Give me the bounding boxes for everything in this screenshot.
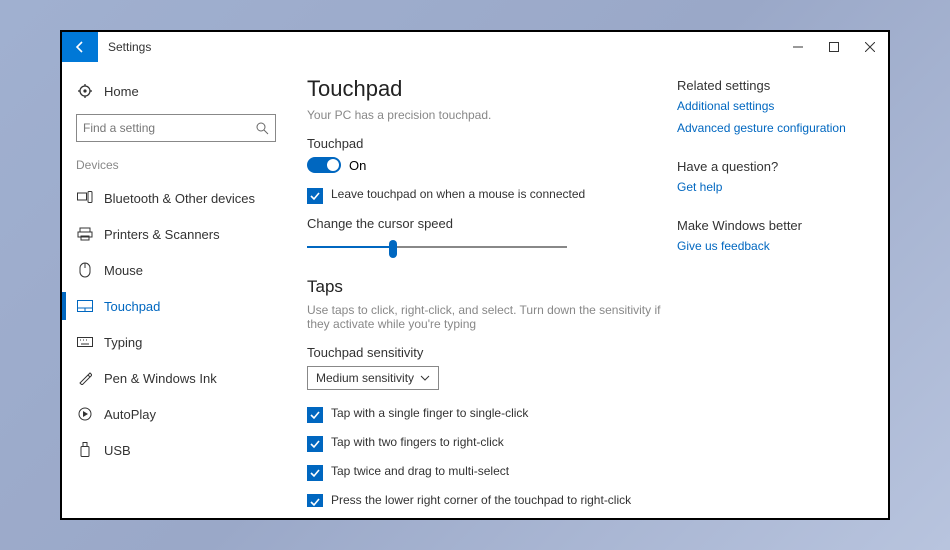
- check-icon: [309, 496, 321, 507]
- sensitivity-label: Touchpad sensitivity: [307, 345, 667, 360]
- link-give-feedback[interactable]: Give us feedback: [677, 239, 878, 253]
- sidebar-item-label: Printers & Scanners: [104, 227, 220, 242]
- cursor-speed-label: Change the cursor speed: [307, 216, 667, 231]
- check-label: Press the lower right corner of the touc…: [331, 493, 631, 507]
- check-icon: [309, 467, 321, 479]
- search-placeholder: Find a setting: [83, 121, 256, 135]
- printer-icon: [76, 227, 94, 241]
- home-nav[interactable]: Home: [76, 76, 297, 106]
- link-additional-settings[interactable]: Additional settings: [677, 99, 878, 113]
- sidebar-item-label: Mouse: [104, 263, 143, 278]
- aside: Related settings Additional settings Adv…: [667, 76, 878, 518]
- tap-drag-checkbox-row[interactable]: Tap twice and drag to multi-select: [307, 464, 667, 481]
- tap-single-checkbox-row[interactable]: Tap with a single finger to single-click: [307, 406, 667, 423]
- sidebar-item-pen[interactable]: Pen & Windows Ink: [76, 360, 297, 396]
- link-get-help[interactable]: Get help: [677, 180, 878, 194]
- checkbox-checked[interactable]: [307, 494, 323, 507]
- checkbox-checked[interactable]: [307, 436, 323, 452]
- search-icon: [256, 122, 269, 135]
- sidebar-item-typing[interactable]: Typing: [76, 324, 297, 360]
- tap-two-checkbox-row[interactable]: Tap with two fingers to right-click: [307, 435, 667, 452]
- sidebar-item-touchpad[interactable]: Touchpad: [76, 288, 297, 324]
- related-heading: Related settings: [677, 78, 878, 93]
- sidebar-item-label: AutoPlay: [104, 407, 156, 422]
- check-icon: [309, 190, 321, 202]
- back-button[interactable]: [62, 32, 98, 62]
- autoplay-icon: [76, 407, 94, 421]
- page-title: Touchpad: [307, 76, 667, 102]
- close-icon: [865, 42, 875, 52]
- sidebar-item-printers[interactable]: Printers & Scanners: [76, 216, 297, 252]
- sidebar-item-label: Bluetooth & Other devices: [104, 191, 255, 206]
- sensitivity-value: Medium sensitivity: [316, 371, 414, 385]
- minimize-icon: [793, 42, 803, 52]
- checkbox-checked[interactable]: [307, 407, 323, 423]
- titlebar: Settings: [62, 32, 888, 62]
- maximize-button[interactable]: [816, 32, 852, 62]
- tap-corner-checkbox-row[interactable]: Press the lower right corner of the touc…: [307, 493, 667, 507]
- settings-window: Settings Home Find a: [60, 30, 890, 520]
- minimize-button[interactable]: [780, 32, 816, 62]
- usb-icon: [76, 442, 94, 458]
- taps-desc: Use taps to click, right-click, and sele…: [307, 303, 667, 331]
- link-advanced-gesture[interactable]: Advanced gesture configuration: [677, 121, 878, 135]
- toggle-state: On: [349, 158, 366, 173]
- devices-icon: [76, 191, 94, 205]
- touchpad-icon: [76, 300, 94, 312]
- arrow-left-icon: [73, 40, 87, 54]
- sidebar: Home Find a setting Devices Bluetooth & …: [62, 62, 297, 518]
- section-label: Devices: [76, 158, 297, 172]
- taps-heading: Taps: [307, 277, 667, 297]
- sidebar-item-label: Pen & Windows Ink: [104, 371, 217, 386]
- check-icon: [309, 409, 321, 421]
- sidebar-item-usb[interactable]: USB: [76, 432, 297, 468]
- sidebar-item-label: Touchpad: [104, 299, 160, 314]
- window-title: Settings: [108, 40, 151, 54]
- window-controls: [780, 32, 888, 62]
- keyboard-icon: [76, 337, 94, 347]
- sidebar-item-label: USB: [104, 443, 131, 458]
- check-label: Tap with two fingers to right-click: [331, 435, 504, 449]
- check-label: Tap with a single finger to single-click: [331, 406, 528, 420]
- maximize-icon: [829, 42, 839, 52]
- question-heading: Have a question?: [677, 159, 878, 174]
- leave-on-label: Leave touchpad on when a mouse is connec…: [331, 187, 585, 201]
- touchpad-toggle[interactable]: [307, 157, 341, 173]
- leave-on-checkbox-row[interactable]: Leave touchpad on when a mouse is connec…: [307, 187, 667, 204]
- home-label: Home: [104, 84, 139, 99]
- check-label: Tap twice and drag to multi-select: [331, 464, 509, 478]
- sidebar-item-autoplay[interactable]: AutoPlay: [76, 396, 297, 432]
- precision-note: Your PC has a precision touchpad.: [307, 108, 667, 122]
- pen-icon: [76, 371, 94, 385]
- check-icon: [309, 438, 321, 450]
- sensitivity-select[interactable]: Medium sensitivity: [307, 366, 439, 390]
- touchpad-toggle-label: Touchpad: [307, 136, 667, 151]
- cursor-speed-slider[interactable]: [307, 237, 567, 257]
- checkbox-checked[interactable]: [307, 188, 323, 204]
- chevron-down-icon: [420, 375, 430, 381]
- close-button[interactable]: [852, 32, 888, 62]
- sidebar-item-label: Typing: [104, 335, 142, 350]
- feedback-heading: Make Windows better: [677, 218, 878, 233]
- mouse-icon: [76, 262, 94, 278]
- sidebar-item-bluetooth[interactable]: Bluetooth & Other devices: [76, 180, 297, 216]
- search-input[interactable]: Find a setting: [76, 114, 276, 142]
- slider-thumb[interactable]: [389, 240, 397, 258]
- checkbox-checked[interactable]: [307, 465, 323, 481]
- gear-icon: [76, 83, 94, 99]
- sidebar-item-mouse[interactable]: Mouse: [76, 252, 297, 288]
- content: Touchpad Your PC has a precision touchpa…: [307, 76, 667, 518]
